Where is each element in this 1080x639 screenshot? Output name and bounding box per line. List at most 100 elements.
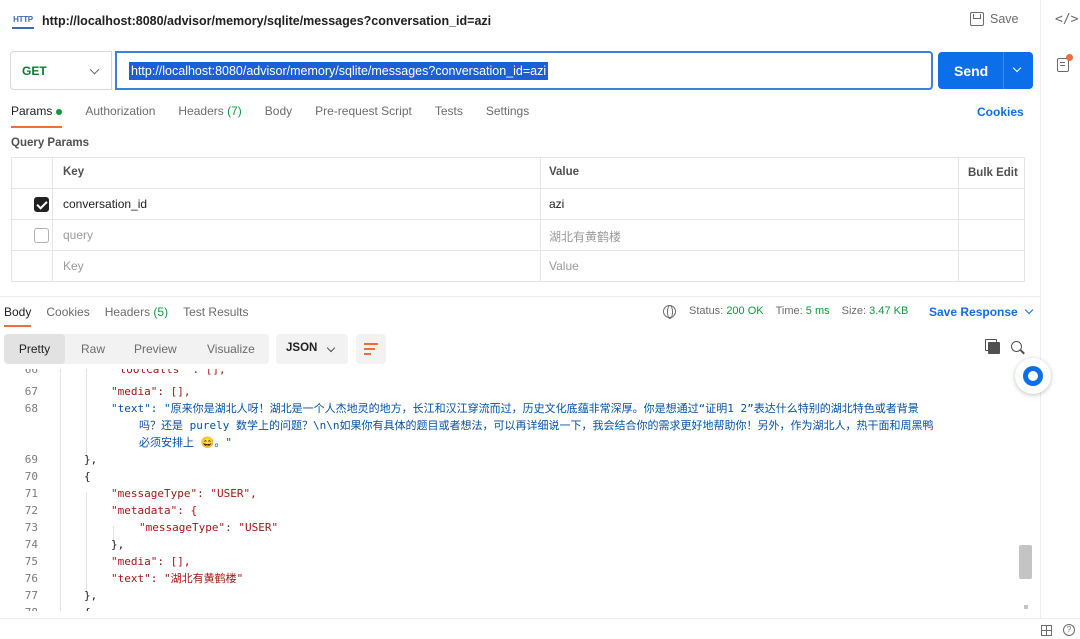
tab-body[interactable]: Body — [265, 104, 292, 126]
code-text: "media": [], — [111, 555, 191, 568]
table-header: Key Value Bulk Edit — [12, 158, 1024, 189]
response-status: Status: 200 OK Time: 5 ms Size: 3.47 KB — [689, 305, 908, 317]
line-number: 72 — [24, 504, 38, 517]
code-text: "text": "原来你是湖北人呀！湖北是一个人杰地灵的地方，长江和汉江穿流而过… — [111, 402, 919, 415]
code-line: 78 { — [0, 604, 1014, 611]
line-number: 78 — [0, 604, 38, 611]
table-row: query 湖北有黄鹤楼 — [12, 220, 1024, 251]
tab-label: Body — [4, 305, 32, 319]
line-number: 75 — [24, 555, 38, 568]
table-row: conversation_id azi — [12, 189, 1024, 220]
save-response-button[interactable]: Save Response — [929, 305, 1033, 319]
format-label: JSON — [286, 342, 318, 354]
checkbox-cell — [12, 251, 53, 281]
tab-settings[interactable]: Settings — [486, 104, 529, 126]
scrollbar-thumb[interactable] — [1019, 545, 1032, 579]
code-line: 67 "media": [], — [0, 383, 1014, 400]
divider — [0, 296, 1040, 297]
tab-params[interactable]: Params — [11, 104, 63, 128]
save-response-label: Save Response — [929, 305, 1018, 319]
tab-label: Test Results — [183, 305, 249, 319]
table-row-empty: Key Value — [12, 251, 1024, 282]
tab-authorization[interactable]: Authorization — [85, 104, 155, 126]
size-item[interactable]: Size: 3.47 KB — [842, 305, 909, 317]
param-value[interactable]: azi — [540, 189, 958, 219]
time-item[interactable]: Time: 5 ms — [776, 305, 830, 317]
top-bar: HTTP http://localhost:8080/advisor/memor… — [0, 0, 1040, 44]
status-item[interactable]: Status: 200 OK — [689, 305, 764, 317]
tab-response-cookies[interactable]: Cookies — [46, 305, 89, 325]
tab-test-results[interactable]: Test Results — [183, 305, 248, 325]
tab-label: Params — [11, 104, 53, 118]
code-text: { — [84, 604, 91, 611]
line-number: 74 — [24, 538, 38, 551]
param-key[interactable]: conversation_id — [63, 197, 147, 211]
search-icon[interactable] — [1011, 341, 1022, 352]
code-line: 71 "messageType": "USER", — [0, 485, 1014, 502]
tab-response-headers[interactable]: Headers (5) — [105, 305, 168, 325]
response-tabs: Body Cookies Headers (5) Test Results — [4, 305, 263, 327]
grid-icon[interactable] — [1041, 625, 1052, 636]
tab-headers[interactable]: Headers (7) — [178, 104, 241, 126]
url-input[interactable]: http://localhost:8080/advisor/memory/sql… — [115, 51, 933, 90]
param-value[interactable]: 湖北有黄鹤楼 — [540, 220, 958, 250]
save-button[interactable]: Save — [970, 12, 1019, 26]
assistant-fab-button[interactable] — [1015, 358, 1051, 394]
code-icon[interactable]: </> — [1055, 12, 1078, 27]
tab-label: Authorization — [85, 104, 156, 118]
chevron-down-icon — [326, 343, 336, 353]
line-number: 67 — [24, 385, 38, 398]
tab-pre-request-script[interactable]: Pre-request Script — [315, 104, 412, 126]
time-label: Time: — [775, 305, 803, 317]
format-select[interactable]: JSON — [276, 334, 348, 364]
send-button[interactable]: Send — [938, 52, 1033, 89]
row-end-cell — [958, 189, 1025, 219]
column-value: Value — [540, 158, 958, 188]
tab-label: Pre-request Script — [315, 104, 412, 118]
method-select[interactable]: GET — [10, 51, 112, 90]
bulk-edit-button[interactable]: Bulk Edit — [958, 158, 1025, 188]
line-number: 70 — [24, 470, 38, 483]
code-text: "metadata": { — [111, 504, 198, 517]
line-number: 77 — [24, 589, 38, 602]
time-value: 5 ms — [805, 305, 830, 317]
query-params-title: Query Params — [11, 137, 89, 149]
code-text: "messageType": "USER" — [139, 521, 279, 534]
help-icon[interactable]: ? — [1063, 624, 1075, 636]
request-tabs: Params Authorization Headers (7) Body Pr… — [11, 104, 552, 128]
chevron-down-icon[interactable] — [1012, 63, 1022, 73]
code-text: "messageType": "USER", — [111, 487, 257, 500]
key-placeholder[interactable]: Key — [63, 259, 84, 273]
view-pretty[interactable]: Pretty — [4, 334, 65, 364]
line-number: 73 — [24, 521, 38, 534]
response-body-code[interactable]: 66 "toolCalls" : [], 67 "media": [], 68 … — [0, 369, 1014, 611]
checkbox-header-cell — [12, 158, 53, 188]
code-line: 77 }, — [0, 587, 1014, 604]
cookies-link[interactable]: Cookies — [977, 105, 1024, 119]
param-key[interactable]: query — [63, 228, 93, 242]
param-checkbox[interactable] — [34, 228, 49, 243]
line-number: 66 — [24, 369, 38, 376]
code-line: 必须安排上 😄。" — [0, 434, 1014, 451]
view-raw[interactable]: Raw — [81, 334, 105, 356]
view-preview[interactable]: Preview — [134, 334, 177, 356]
wrap-icon — [364, 348, 375, 350]
code-text: }, — [84, 589, 98, 602]
code-text: }, — [84, 453, 98, 466]
tab-label: Cookies — [46, 305, 90, 319]
value-placeholder[interactable]: Value — [540, 251, 958, 281]
code-line: 69 }, — [0, 451, 1014, 468]
line-number: 71 — [24, 487, 38, 500]
code-line: 73 "messageType": "USER" — [0, 519, 1014, 536]
wrap-button[interactable] — [356, 334, 386, 364]
code-line: 74 }, — [0, 536, 1014, 553]
send-divider — [1003, 52, 1004, 89]
tab-tests[interactable]: Tests — [435, 104, 463, 126]
code-line: 66 "toolCalls" : [], — [0, 369, 1014, 378]
tab-response-body[interactable]: Body — [4, 305, 32, 327]
copy-icon[interactable] — [988, 342, 1000, 354]
request-tab-title[interactable]: http://localhost:8080/advisor/memory/sql… — [42, 14, 491, 28]
param-checkbox[interactable] — [34, 197, 49, 212]
globe-icon[interactable] — [663, 305, 676, 319]
view-visualize[interactable]: Visualize — [207, 334, 255, 356]
